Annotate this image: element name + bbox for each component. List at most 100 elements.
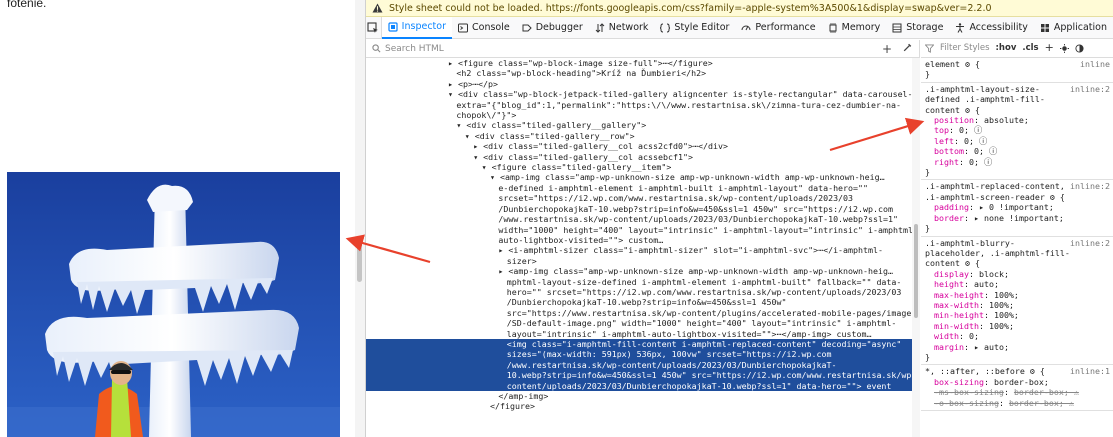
markup-line[interactable]: ▾ <div class="wp-block-jetpack-tiled-gal… (366, 89, 912, 99)
css-property-name[interactable]: -o-box-sizing (934, 398, 999, 408)
markup-scrollbar-thumb[interactable] (914, 224, 918, 318)
css-property-value[interactable]: ▸ none !important; (974, 213, 1064, 223)
css-declaration[interactable]: margin: ▸ auto; (925, 342, 1110, 352)
markup-line[interactable]: src="https://www.restartnisa.sk/wp-conte… (366, 308, 912, 318)
css-rule-source-link[interactable]: inline:1 (1070, 366, 1110, 376)
css-property-name[interactable]: box-sizing (934, 377, 984, 387)
tab-storage[interactable]: Storage (886, 17, 949, 39)
light-theme-icon[interactable] (1059, 44, 1069, 53)
markup-line[interactable]: /www.restartnisa.sk/wp-content/uploads/2… (366, 359, 912, 371)
markup-line[interactable]: ▸ <i-amphtml-sizer class="i-amphtml-size… (366, 245, 912, 255)
css-property-name[interactable]: max-height (934, 290, 984, 300)
css-property-value[interactable]: border-box; (994, 377, 1049, 387)
add-node-icon[interactable]: + (882, 42, 892, 56)
css-property-value[interactable]: 100%; (994, 310, 1019, 320)
tab-memory[interactable]: Memory (822, 17, 887, 39)
css-declaration[interactable]: position: absolute; (925, 115, 1110, 125)
css-rule[interactable]: .i-amphtml-layout-size-defined .i-amphtm… (921, 83, 1113, 181)
tab-application[interactable]: Application (1034, 17, 1113, 39)
markup-line[interactable]: mphtml-layout-size-defined i-amphtml-ele… (366, 277, 912, 287)
css-property-name[interactable]: bottom (934, 146, 964, 156)
markup-line[interactable]: e-defined i-amphtml-element i-amphtml-bu… (366, 183, 912, 193)
markup-line[interactable]: /DunbierchopokajkaT-10.webp?strip=info&w… (366, 297, 912, 307)
css-property-name[interactable]: top (934, 125, 949, 135)
filter-styles-input[interactable]: Filter Styles (940, 43, 990, 53)
eyedropper-icon[interactable] (902, 42, 913, 53)
markup-line[interactable]: srcset="https://i2.wp.com/www.restartnis… (366, 193, 912, 203)
css-declaration[interactable]: display: block; (925, 269, 1110, 279)
css-property-value[interactable]: 0; ⓘ (964, 136, 987, 146)
css-property-name[interactable]: min-width (934, 321, 979, 331)
css-property-value[interactable]: 0; (969, 331, 979, 341)
tab-accessibility[interactable]: Accessibility (949, 17, 1033, 39)
css-property-value[interactable]: auto; (974, 279, 999, 289)
css-declaration[interactable]: max-width: 100%; (925, 300, 1110, 310)
markup-line[interactable]: extra="{"blog_id":1,"permalink":"https:\… (366, 100, 912, 110)
css-declaration[interactable]: bottom: 0; ⓘ (925, 146, 1110, 156)
markup-line[interactable]: sizes="(max-width: 591px) 536px, 100vw" … (366, 349, 912, 360)
css-rule[interactable]: element ⚙ {inline} (921, 58, 1113, 83)
frozen-cross-photo[interactable] (7, 172, 340, 437)
tab-performance[interactable]: Performance (735, 17, 821, 39)
markup-line[interactable]: content/uploads/2023/03/Dunbierchopokajk… (366, 380, 912, 391)
css-property-name[interactable]: max-width (934, 300, 979, 310)
html-tree[interactable]: ▸ <figure class="wp-block-image size-ful… (366, 58, 912, 437)
page-scrollbar-thumb[interactable] (357, 238, 362, 282)
markup-line[interactable]: ▾ <figure class="tiled-gallery__item"> (366, 162, 912, 172)
markup-line[interactable]: 10.webp?strip=info&w=450&ssl=1 450w" src… (366, 370, 912, 381)
css-declaration[interactable]: -o-box-sizing: border-box; ⚠ (925, 398, 1110, 408)
css-property-name[interactable]: position (934, 115, 974, 125)
markup-line[interactable]: layout="intrinsic" i-amphtml-auto-lightb… (366, 329, 912, 339)
dark-theme-icon[interactable] (1075, 44, 1084, 53)
css-property-value[interactable]: 0; ⓘ (959, 125, 982, 135)
css-property-value[interactable]: 0; ⓘ (969, 157, 992, 167)
css-declaration[interactable]: max-height: 100%; (925, 290, 1110, 300)
css-rule-source-link[interactable]: inline:2 (1070, 181, 1110, 191)
markup-line[interactable]: sizer> (366, 256, 912, 266)
markup-line[interactable]: ▾ <div class="tiled-gallery__gallery"> (366, 120, 912, 130)
css-property-name[interactable]: border (934, 213, 964, 223)
markup-line[interactable]: </figure> (366, 401, 912, 411)
css-declaration[interactable]: top: 0; ⓘ (925, 125, 1110, 135)
css-declaration[interactable]: min-height: 100%; (925, 310, 1110, 320)
markup-line[interactable]: auto-lightbox-visited=""> custom… (366, 235, 912, 245)
css-rule[interactable]: *, ::after, ::before ⚙ {inline:1 box-sizi… (921, 365, 1113, 411)
css-property-value[interactable]: border-box; ⚠ (1014, 387, 1079, 397)
css-property-name[interactable]: -ms-box-sizing (934, 387, 1004, 397)
markup-line[interactable]: ▸ <amp-img class="amp-wp-unknown-size am… (366, 266, 912, 276)
css-declaration[interactable]: right: 0; ⓘ (925, 157, 1110, 167)
markup-line[interactable]: ▸ <p>⋯</p> (366, 79, 912, 89)
css-property-value[interactable]: ▸ 0 !important; (979, 202, 1054, 212)
css-declaration[interactable]: height: auto; (925, 279, 1110, 289)
css-property-name[interactable]: left (934, 136, 954, 146)
tab-inspector[interactable]: Inspector (381, 16, 452, 39)
css-declaration[interactable]: padding: ▸ 0 !important; (925, 202, 1110, 212)
markup-line[interactable]: ▾ <div class="tiled-gallery__row"> (366, 131, 912, 141)
markup-line[interactable]: <h2 class="wp-block-heading">Kríž na Ďum… (366, 68, 912, 78)
css-property-value[interactable]: 100%; (994, 290, 1019, 300)
css-property-value[interactable]: 100%; (989, 321, 1014, 331)
css-rule-source-link[interactable]: inline:2 (1070, 84, 1110, 94)
css-declaration[interactable]: left: 0; ⓘ (925, 136, 1110, 146)
css-property-value[interactable]: border-box; ⚠ (1009, 398, 1074, 408)
css-rule[interactable]: .i-amphtml-replaced-content, .i-amphtml-… (921, 180, 1113, 237)
tab-network[interactable]: Network (589, 17, 655, 39)
markup-scrollbar[interactable] (912, 58, 920, 437)
css-property-name[interactable]: display (934, 269, 969, 279)
css-rule[interactable]: .i-amphtml-blurry-placeholder, .i-amphtm… (921, 237, 1113, 366)
page-scrollbar[interactable] (355, 0, 365, 437)
markup-line[interactable]: width="1000" height="400" layout="intrin… (366, 225, 912, 235)
css-declaration[interactable]: min-width: 100%; (925, 321, 1110, 331)
cls-toggle[interactable]: .cls (1022, 43, 1038, 53)
css-declaration[interactable]: -ms-box-sizing: border-box; ⚠ (925, 387, 1110, 397)
css-property-value[interactable]: block; (979, 269, 1009, 279)
search-html-input[interactable]: Search HTML (385, 44, 444, 54)
markup-line[interactable]: ▸ <div class="tiled-gallery__col acss2cf… (366, 141, 912, 151)
markup-line[interactable]: ▸ <figure class="wp-block-image size-ful… (366, 58, 912, 68)
tab-debugger[interactable]: Debugger (516, 17, 589, 39)
markup-line[interactable]: hero="" srcset="https://i2.wp.com/www.re… (366, 287, 912, 297)
hov-toggle[interactable]: :hov (996, 43, 1017, 53)
markup-line[interactable]: /DunbierchopokajkaT-10.webp?strip=info&w… (366, 204, 912, 214)
markup-line[interactable]: <img class="i-amphtml-fill-content i-amp… (366, 338, 912, 350)
markup-line[interactable]: </amp-img> (366, 391, 912, 401)
